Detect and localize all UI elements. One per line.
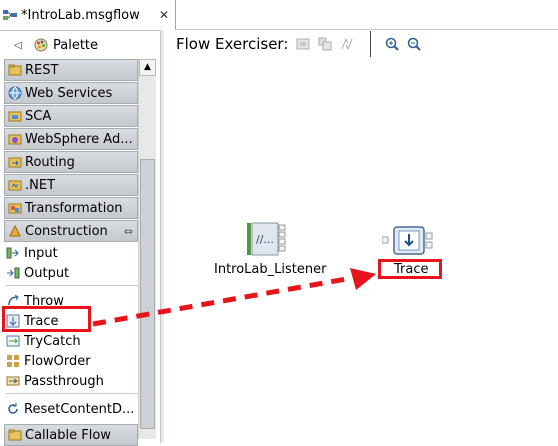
palette-separator xyxy=(6,285,138,286)
palette-entry-resetcontent[interactable]: ResetContentD... xyxy=(6,399,138,419)
construction-icon xyxy=(8,224,22,238)
palette-scrollbar[interactable]: ▲ xyxy=(138,59,156,439)
drawer-rest[interactable]: REST xyxy=(4,59,138,81)
app-window: *IntroLab.msgflow ✕ ◁ Palette REST Web S… xyxy=(0,0,558,446)
input-node-icon xyxy=(6,246,20,260)
web-services-icon xyxy=(8,86,22,100)
floworder-node-icon xyxy=(6,354,20,368)
zoom-out-icon[interactable] xyxy=(407,37,422,51)
resetcontent-node-icon xyxy=(6,402,20,416)
flow-canvas[interactable]: Flow Exerciser: //... IntroLab_Listener … xyxy=(164,30,558,443)
entry-label: Passthrough xyxy=(24,373,104,389)
palette-title: Palette xyxy=(53,37,99,53)
drawer-construction[interactable]: Construction ⇔ xyxy=(4,220,138,242)
pin-open-icon[interactable]: ⇔ xyxy=(124,225,133,238)
drawer-label: SCA xyxy=(25,108,52,124)
palette-entry-output[interactable]: Output xyxy=(6,263,138,283)
close-icon[interactable]: ✕ xyxy=(159,8,169,22)
entry-label: FlowOrder xyxy=(24,353,91,369)
drawer-transformation[interactable]: Transformation xyxy=(4,197,138,219)
websphere-icon xyxy=(8,132,22,146)
drawer-web-services[interactable]: Web Services xyxy=(4,82,138,104)
drawer-label: Callable Flow xyxy=(25,427,111,443)
drawer-routing[interactable]: Routing xyxy=(4,151,138,173)
record-message-icon[interactable] xyxy=(318,37,332,51)
palette-entry-floworder[interactable]: FlowOrder xyxy=(6,351,138,371)
editor-tab-label: *IntroLab.msgflow xyxy=(21,7,140,23)
editor-tab-intro-lab[interactable]: *IntroLab.msgflow ✕ xyxy=(0,0,176,30)
rest-folder-icon xyxy=(8,63,22,77)
passthrough-node-icon xyxy=(6,374,20,388)
callable-flow-icon xyxy=(8,428,22,442)
toolbar-separator xyxy=(370,31,372,57)
highlight-canvas-trace xyxy=(378,259,442,279)
palette-entry-trycatch[interactable]: TryCatch xyxy=(6,331,138,351)
start-exerciser-icon[interactable] xyxy=(296,37,310,51)
trycatch-node-icon xyxy=(6,334,20,348)
palette-icon xyxy=(34,38,48,52)
routing-icon xyxy=(8,155,22,169)
send-message-icon[interactable] xyxy=(340,37,354,51)
sca-icon xyxy=(8,109,22,123)
trace-node-icon xyxy=(381,226,434,260)
flow-node-trace[interactable] xyxy=(381,226,434,256)
palette-header: ◁ Palette xyxy=(0,31,160,59)
entry-label: Output xyxy=(24,265,70,281)
drawer-label: WebSphere Ad... xyxy=(25,131,133,147)
palette-panel: ◁ Palette REST Web Services SCA WebSpher… xyxy=(0,30,160,446)
transformation-icon xyxy=(8,201,22,215)
listener-node-icon: //... xyxy=(246,222,290,260)
drawer-label: Web Services xyxy=(25,85,113,101)
drawer-sca[interactable]: SCA xyxy=(4,105,138,127)
drawer-label: REST xyxy=(25,62,59,78)
highlight-palette-trace xyxy=(2,306,91,332)
flow-exerciser-toolbar: Flow Exerciser: xyxy=(164,30,558,58)
listener-node-label: IntroLab_Listener xyxy=(214,262,327,277)
zoom-in-icon[interactable] xyxy=(385,37,400,51)
entry-label: Input xyxy=(24,245,58,261)
drawer-label: Routing xyxy=(25,154,75,170)
entry-label: TryCatch xyxy=(24,333,81,349)
drawer-websphere[interactable]: WebSphere Ad... xyxy=(4,128,138,150)
flow-exerciser-label: Flow Exerciser: xyxy=(176,35,289,53)
palette-separator xyxy=(6,393,138,394)
scroll-thumb[interactable] xyxy=(140,159,155,429)
svg-text://...: //... xyxy=(256,233,274,246)
collapse-palette-icon[interactable]: ◁ xyxy=(14,40,24,51)
palette-entry-input[interactable]: Input xyxy=(6,243,138,263)
dotnet-icon xyxy=(8,178,22,192)
output-node-icon xyxy=(6,266,20,280)
drawer-label: Transformation xyxy=(25,200,123,216)
palette-entry-passthrough[interactable]: Passthrough xyxy=(6,371,138,391)
scroll-up-arrow-icon[interactable]: ▲ xyxy=(139,59,156,76)
editor-tabbar: *IntroLab.msgflow ✕ xyxy=(0,0,558,30)
flow-node-listener[interactable]: //... xyxy=(246,222,290,256)
drawer-label: .NET xyxy=(25,177,56,193)
msgflow-file-icon xyxy=(3,9,17,21)
entry-label: ResetContentD... xyxy=(24,401,135,417)
drawer-label: Construction xyxy=(25,223,108,239)
drawer-dotnet[interactable]: .NET xyxy=(4,174,138,196)
